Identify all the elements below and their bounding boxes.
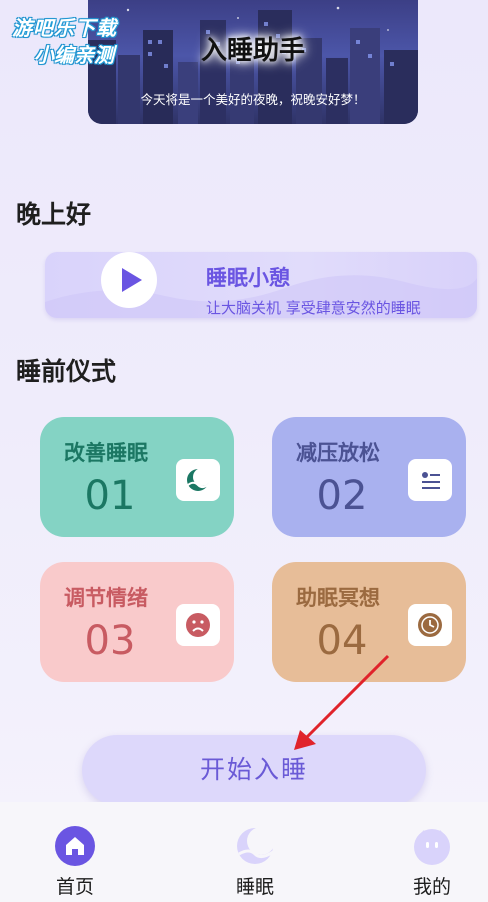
annotation-arrow <box>294 654 390 750</box>
greeting-heading: 晚上好 <box>16 200 92 229</box>
sad-face-icon <box>176 604 220 646</box>
card-number: 01 <box>84 473 136 519</box>
ritual-heading: 睡前仪式 <box>16 357 117 386</box>
card-number: 02 <box>316 473 368 519</box>
nav-item-sleep[interactable]: 睡眠 <box>205 824 305 899</box>
nav-label-mine: 我的 <box>412 876 451 898</box>
card-number: 03 <box>84 618 136 664</box>
watermark: 游吧乐下载 小编亲测 <box>12 12 152 68</box>
face-icon <box>410 824 454 868</box>
play-icon[interactable] <box>101 252 157 308</box>
meditation-clock-icon <box>408 604 452 646</box>
nav-item-mine[interactable]: 我的 <box>382 824 482 899</box>
nav-label-home: 首页 <box>55 876 94 898</box>
card-title: 助眠冥想 <box>296 586 380 610</box>
ritual-card-mood[interactable]: 调节情绪 03 <box>40 562 234 682</box>
ritual-card-relax[interactable]: 减压放松 02 <box>272 417 466 537</box>
nap-title: 睡眠小憩 <box>206 266 290 290</box>
card-title: 改善睡眠 <box>64 441 148 465</box>
nap-subtitle: 让大脑关机 享受肆意安然的睡眠 <box>206 299 421 317</box>
home-icon <box>53 824 97 868</box>
card-title: 减压放松 <box>296 441 380 465</box>
moon-wave-icon <box>176 459 220 501</box>
nav-item-home[interactable]: 首页 <box>25 824 125 899</box>
moon-icon <box>233 824 277 868</box>
nav-label-sleep: 睡眠 <box>235 876 274 898</box>
list-person-icon <box>408 459 452 501</box>
ritual-card-improve-sleep[interactable]: 改善睡眠 01 <box>40 417 234 537</box>
banner-subtitle: 今天将是一个美好的夜晚，祝晚安好梦！ <box>140 92 366 107</box>
watermark-line1: 游吧乐下载 <box>12 16 117 40</box>
bottom-nav: 首页 睡眠 我的 <box>0 802 488 902</box>
card-title: 调节情绪 <box>64 586 148 610</box>
watermark-line2: 小编亲测 <box>34 43 114 67</box>
